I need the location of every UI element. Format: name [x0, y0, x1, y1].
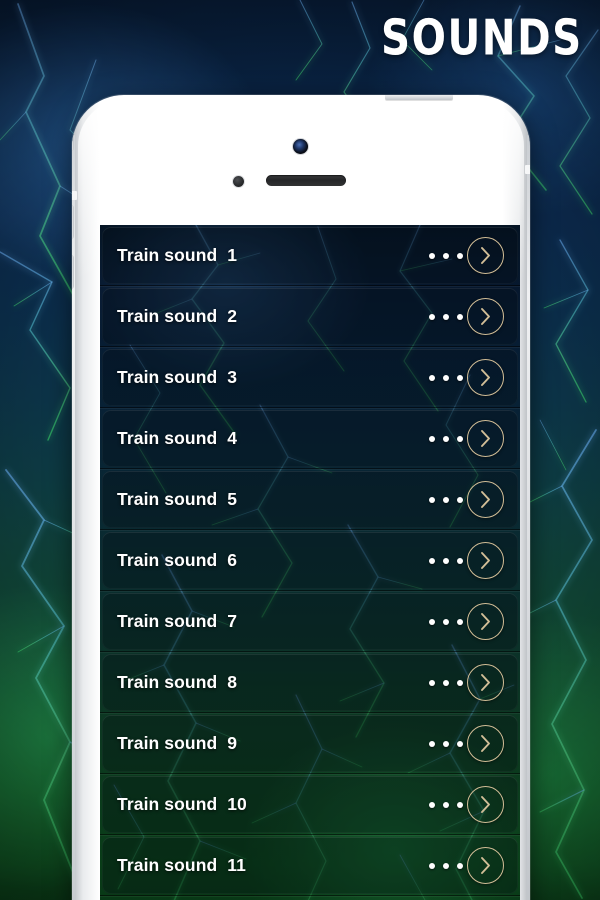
list-item[interactable]: Train sound 8: [100, 652, 520, 713]
ellipsis-icon[interactable]: [429, 286, 463, 347]
sound-title: Train sound 2: [117, 306, 238, 326]
list-item[interactable]: Train sound 1: [100, 225, 520, 286]
chevron-right-icon[interactable]: [467, 481, 504, 518]
antenna-band-left: [72, 191, 77, 200]
ellipsis-icon[interactable]: [429, 530, 463, 591]
chevron-right-icon[interactable]: [467, 847, 504, 884]
ellipsis-icon[interactable]: [429, 469, 463, 530]
chevron-right-icon[interactable]: [467, 725, 504, 762]
chevron-right-icon[interactable]: [467, 298, 504, 335]
proximity-sensor-icon: [233, 176, 244, 187]
chevron-right-icon[interactable]: [467, 603, 504, 640]
ellipsis-icon[interactable]: [429, 408, 463, 469]
phone-mockup: Train sound 1 Train sound 2 Train sound 3 T…: [72, 95, 530, 900]
mute-switch[interactable]: [72, 124, 74, 151]
sound-title: Train sound 9: [117, 733, 238, 753]
sound-list[interactable]: Train sound 1 Train sound 2 Train sound 3 T…: [100, 225, 520, 900]
sound-title: Train sound 8: [117, 672, 238, 692]
ellipsis-icon[interactable]: [429, 347, 463, 408]
phone-screen: Train sound 1 Train sound 2 Train sound 3 T…: [100, 225, 520, 900]
volume-down-button[interactable]: [72, 255, 74, 289]
ellipsis-icon[interactable]: [429, 225, 463, 286]
sound-title: Train sound 10: [117, 794, 247, 814]
ellipsis-icon[interactable]: [429, 774, 463, 835]
ellipsis-icon[interactable]: [429, 835, 463, 896]
chevron-right-icon[interactable]: [467, 237, 504, 274]
ellipsis-icon[interactable]: [429, 591, 463, 652]
chevron-right-icon[interactable]: [467, 359, 504, 396]
sound-title: Train sound 5: [117, 489, 238, 509]
sound-title: Train sound 1: [117, 245, 238, 265]
earpiece-speaker-icon: [266, 175, 346, 186]
sound-title: Train sound 7: [117, 611, 238, 631]
list-item[interactable]: Train sound 4: [100, 408, 520, 469]
list-item[interactable]: Train sound 9: [100, 713, 520, 774]
list-item-separator: [100, 895, 520, 896]
screenshot-stage: SOUNDS Train sound 1 Train sound 2 Train…: [0, 0, 600, 900]
sound-title: Train sound 11: [117, 855, 246, 875]
ellipsis-icon[interactable]: [429, 652, 463, 713]
phone-left-rim: [72, 135, 75, 900]
volume-up-button[interactable]: [72, 205, 74, 239]
phone-right-rim: [527, 135, 530, 900]
front-camera-icon: [293, 139, 308, 154]
ellipsis-icon[interactable]: [429, 713, 463, 774]
list-item[interactable]: Train sound 11: [100, 835, 520, 896]
chevron-right-icon[interactable]: [467, 542, 504, 579]
sound-title: Train sound 4: [117, 428, 238, 448]
list-item[interactable]: Train sound 3: [100, 347, 520, 408]
list-item[interactable]: Train sound 2: [100, 286, 520, 347]
list-item[interactable]: Train sound 10: [100, 774, 520, 835]
page-title: SOUNDS: [381, 9, 583, 67]
list-item[interactable]: Train sound 5: [100, 469, 520, 530]
power-button[interactable]: [385, 95, 453, 100]
list-item[interactable]: Train sound 6: [100, 530, 520, 591]
chevron-right-icon[interactable]: [467, 420, 504, 457]
sound-title: Train sound 3: [117, 367, 238, 387]
antenna-band-right: [525, 165, 530, 174]
list-item[interactable]: Train sound 7: [100, 591, 520, 652]
chevron-right-icon[interactable]: [467, 664, 504, 701]
chevron-right-icon[interactable]: [467, 786, 504, 823]
sound-title: Train sound 6: [117, 550, 238, 570]
